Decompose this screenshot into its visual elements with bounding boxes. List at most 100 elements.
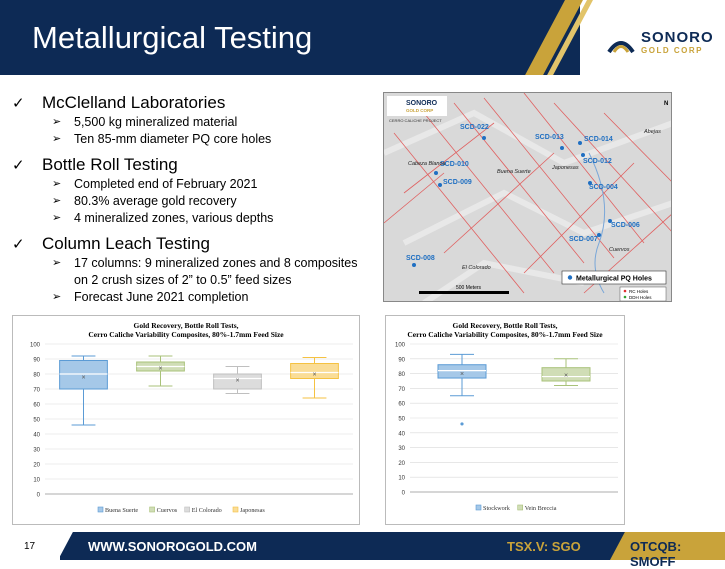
arrow-bullet-icon: ➢ bbox=[52, 178, 62, 190]
drill-hole-map: SONORO GOLD CORP CERRO CALICHE PROJECT S… bbox=[383, 92, 672, 302]
sub-bullet-continuation: on 2 crush sizes of 2” to 0.5” feed size… bbox=[52, 272, 387, 289]
y-tick-label: 80 bbox=[33, 373, 40, 379]
hole-label: SCD-012 bbox=[583, 158, 612, 165]
place-label: Cuervos bbox=[609, 247, 630, 253]
chart-title: Gold Recovery, Bottle Roll Tests, Cerro C… bbox=[88, 321, 284, 339]
map-drawing: SONORO GOLD CORP CERRO CALICHE PROJECT S… bbox=[384, 93, 671, 301]
y-tick-label: 100 bbox=[30, 343, 41, 349]
legend-label: Vein Breccia bbox=[525, 505, 557, 512]
y-tick-label: 100 bbox=[395, 343, 406, 349]
sub-bullet-text: Ten 85-mm diameter PQ core holes bbox=[74, 132, 272, 146]
logo-subname: GOLD CORP bbox=[641, 46, 703, 55]
arrow-bullet-icon: ➢ bbox=[52, 133, 62, 145]
drill-hole-marker bbox=[412, 263, 416, 267]
hole-label: SCD-014 bbox=[584, 136, 613, 143]
map-legend-ddh: DDH Holes bbox=[629, 295, 652, 300]
checkmark-icon: ✓ bbox=[12, 95, 25, 112]
otcqb-ticker: OTCQB: SMOFF bbox=[630, 539, 682, 569]
y-tick-label: 70 bbox=[398, 387, 405, 393]
hole-label: SCD-004 bbox=[589, 184, 618, 191]
checkmark-icon: ✓ bbox=[12, 236, 25, 253]
sub-bullet: ➢ 4 mineralized zones, various depths bbox=[52, 210, 387, 227]
box-outlier bbox=[460, 422, 464, 426]
chart-title: Gold Recovery, Bottle Roll Tests, Cerro C… bbox=[407, 321, 603, 339]
bullet-label: McClelland Laboratories bbox=[42, 93, 226, 112]
map-scale-label: 500 Meters bbox=[456, 285, 482, 291]
sub-bullet: ➢ 5,500 kg mineralized material bbox=[52, 114, 387, 131]
box-mean-marker: × bbox=[564, 373, 568, 380]
y-tick-label: 30 bbox=[33, 448, 40, 454]
drill-hole-marker bbox=[581, 153, 585, 157]
place-label: Buena Suerte bbox=[497, 169, 531, 175]
bottle-roll-chart-zones: Gold Recovery, Bottle Roll Tests, Cerro C… bbox=[12, 315, 360, 525]
legend-label: Buena Suerte bbox=[105, 507, 138, 514]
y-tick-label: 60 bbox=[33, 403, 40, 409]
sonoro-logo: SONORO GOLD CORP bbox=[607, 30, 714, 55]
north-arrow-icon: N bbox=[664, 101, 668, 107]
bullet-heading: ✓ Column Leach Testing bbox=[12, 233, 387, 255]
map-legend-rc: RC Holes bbox=[629, 289, 649, 294]
page-number: 17 bbox=[24, 541, 36, 552]
place-label: Abejas bbox=[643, 129, 661, 135]
y-tick-label: 70 bbox=[33, 388, 40, 394]
y-tick-label: 20 bbox=[33, 463, 40, 469]
legend-swatch bbox=[184, 506, 190, 513]
y-tick-label: 10 bbox=[33, 478, 40, 484]
place-label: Cabeza Blanca bbox=[408, 161, 445, 167]
drill-hole-marker bbox=[608, 219, 612, 223]
y-tick-label: 0 bbox=[37, 493, 41, 499]
sub-bullet: ➢ 80.3% average gold recovery bbox=[52, 193, 387, 210]
legend-swatch bbox=[475, 504, 482, 511]
box-mean-marker: × bbox=[158, 366, 162, 373]
y-tick-label: 0 bbox=[402, 491, 406, 497]
sub-bullet-text: 80.3% average gold recovery bbox=[74, 194, 237, 208]
drill-hole-marker bbox=[482, 136, 486, 140]
legend-label: Japonesas bbox=[240, 507, 265, 514]
drill-hole-marker bbox=[438, 183, 442, 187]
legend-label: El Colorado bbox=[192, 507, 222, 514]
arrow-bullet-icon: ➢ bbox=[52, 195, 62, 207]
drill-hole-marker bbox=[597, 233, 601, 237]
y-tick-label: 50 bbox=[33, 418, 40, 424]
bullet-label: Column Leach Testing bbox=[42, 234, 210, 253]
hole-label: SCD-013 bbox=[535, 134, 564, 141]
map-logo-subtext: GOLD CORP bbox=[406, 108, 433, 113]
chart-plot: 0 10 20 30 40 50 60 70 80 90 100 × × Stockwork Vein Br… bbox=[395, 343, 618, 512]
y-tick-label: 20 bbox=[398, 461, 405, 467]
drill-hole-marker bbox=[560, 146, 564, 150]
y-tick-label: 30 bbox=[398, 446, 405, 452]
y-tick-label: 90 bbox=[33, 358, 40, 364]
map-logo-text: SONORO bbox=[406, 100, 438, 107]
hole-label: SCD-022 bbox=[460, 124, 489, 131]
drill-hole-marker bbox=[578, 141, 582, 145]
sub-bullet-text: 5,500 kg mineralized material bbox=[74, 115, 238, 129]
hole-label: SCD-006 bbox=[611, 222, 640, 229]
hole-label: SCD-008 bbox=[406, 255, 435, 262]
drill-hole-marker bbox=[588, 181, 592, 185]
tsx-ticker: TSX.V: SGO bbox=[507, 539, 581, 554]
slide-footer: 17 WWW.SONOROGOLD.COM TSX.V: SGO OTCQB: … bbox=[0, 528, 725, 569]
sub-bullet-text: 17 columns: 9 mineralized zones and 8 co… bbox=[74, 256, 358, 270]
y-tick-label: 40 bbox=[33, 433, 40, 439]
map-project-name: CERRO CALICHE PROJECT bbox=[389, 118, 442, 123]
y-tick-label: 50 bbox=[398, 417, 405, 423]
chart-plot: 0 10 20 30 40 50 60 70 80 90 100 × × × × Buena Suerte Cu… bbox=[30, 343, 353, 514]
website-link[interactable]: WWW.SONOROGOLD.COM bbox=[88, 539, 257, 554]
sub-bullet: ➢ Completed end of February 2021 bbox=[52, 176, 387, 193]
box-mean-marker: × bbox=[312, 372, 316, 379]
place-label: Japonesas bbox=[551, 165, 579, 171]
box-mean-marker: × bbox=[81, 375, 85, 382]
bullet-label: Bottle Roll Testing bbox=[42, 155, 178, 174]
sub-bullet: ➢ Ten 85-mm diameter PQ core holes bbox=[52, 131, 387, 148]
checkmark-icon: ✓ bbox=[12, 157, 25, 174]
box-mean-marker: × bbox=[235, 378, 239, 385]
legend-label: Cuervos bbox=[157, 507, 178, 514]
sub-bullet: ➢ Forecast June 2021 completion bbox=[52, 289, 387, 306]
arrow-bullet-icon: ➢ bbox=[52, 291, 62, 303]
sonoro-logo-icon bbox=[607, 40, 635, 53]
bottle-roll-chart-rock-types: Gold Recovery, Bottle Roll Tests, Cerro C… bbox=[385, 315, 625, 525]
legend-label: Stockwork bbox=[483, 505, 511, 512]
map-legend-title: Metallurgical PQ Holes bbox=[576, 276, 652, 283]
y-tick-label: 40 bbox=[398, 431, 405, 437]
y-tick-label: 90 bbox=[398, 357, 405, 363]
